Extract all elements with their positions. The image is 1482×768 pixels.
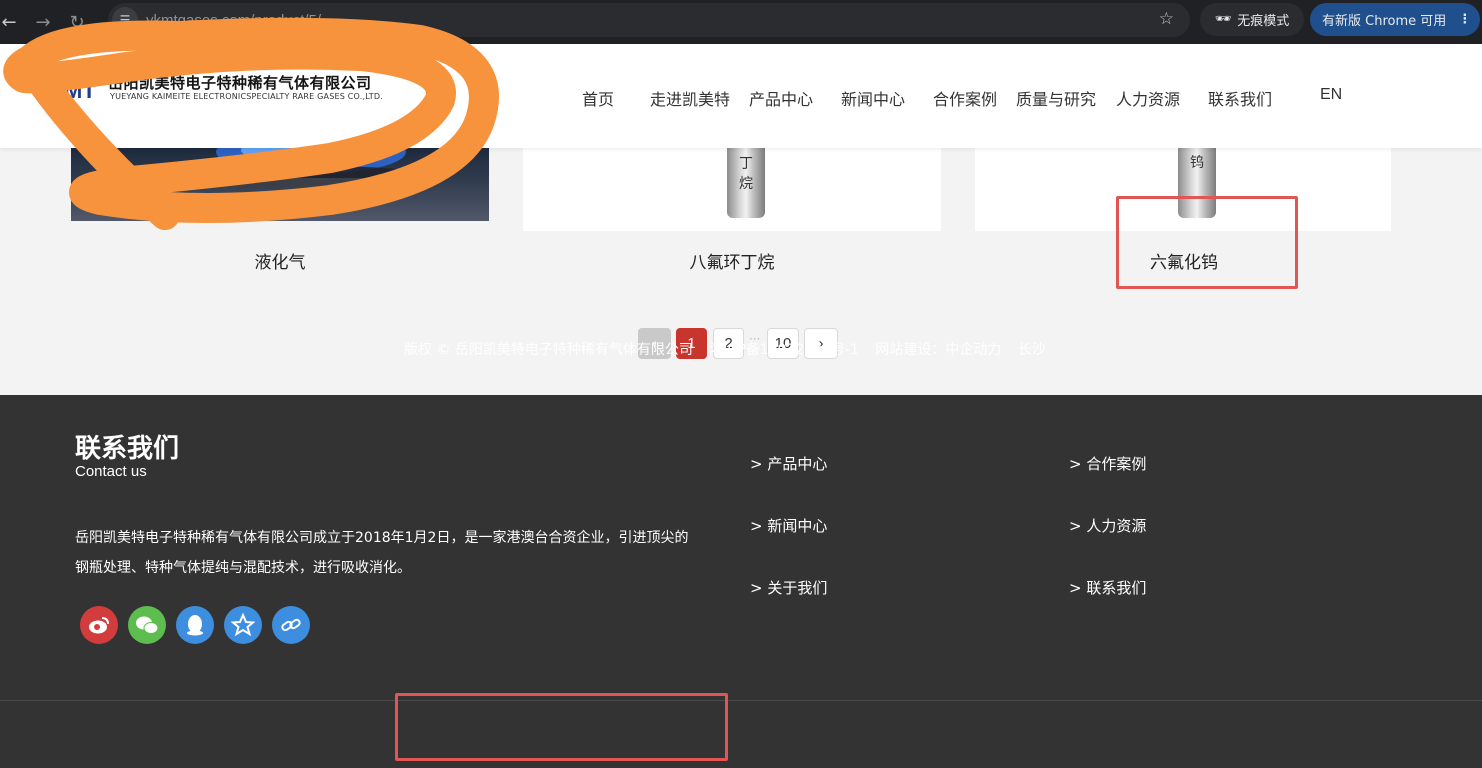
footer-divider [0, 700, 1482, 701]
update-chrome-button[interactable]: 有新版 Chrome 可用 ⋮ [1310, 3, 1480, 36]
site-info-icon[interactable]: ☰ [112, 7, 138, 33]
back-button[interactable]: ← [0, 5, 26, 39]
qzone-icon[interactable] [224, 606, 262, 644]
update-label: 有新版 Chrome 可用 [1322, 14, 1447, 29]
description-line: 钢瓶处理、特种气体提纯与混配技术，进行吸收消化。 [75, 560, 411, 576]
site-header: MT 岳阳凯美特电子特种稀有气体有限公司 YUEYANG KAIMEITE EL… [0, 44, 1482, 148]
footer-link-about[interactable]: > 关于我们 [750, 577, 827, 598]
annotation-box-copyright [395, 693, 728, 761]
nav-hr[interactable]: 人力资源 [1116, 86, 1180, 110]
link-icon[interactable] [272, 606, 310, 644]
nav-products[interactable]: 产品中心 [749, 86, 813, 110]
footer-link-cases[interactable]: > 合作案例 [1069, 453, 1146, 474]
logo-en-name: YUEYANG KAIMEITE ELECTRONICSPECIALTY RAR… [110, 92, 383, 101]
footer-link-news[interactable]: > 新闻中心 [750, 515, 827, 536]
cylinder-label: 钨 [1190, 155, 1204, 171]
gas-flame-image [191, 148, 431, 188]
site-footer: 联系我们 Contact us 岳阳凯美特电子特种稀有气体有限公司成立于2018… [0, 395, 1482, 768]
company-logo[interactable]: MT 岳阳凯美特电子特种稀有气体有限公司 YUEYANG KAIMEITE EL… [30, 70, 410, 110]
forward-button[interactable]: → [26, 5, 60, 39]
site-builder[interactable]: 网站建设：中企动力 [875, 342, 1001, 358]
company-description: 岳阳凯美特电子特种稀有气体有限公司成立于2018年1月2日，是一家港澳台合资企业… [75, 523, 725, 583]
product-name-octafluorocyclobutane[interactable]: 八氟环丁烷 [523, 248, 941, 273]
product-name-lpg[interactable]: 液化气 [71, 248, 489, 273]
nav-english[interactable]: EN [1320, 86, 1342, 104]
nav-contact[interactable]: 联系我们 [1208, 86, 1272, 110]
gas-cylinder-image: 丁 烷 [727, 148, 765, 218]
nav-about[interactable]: 走进凯美特 [650, 86, 730, 110]
url-text[interactable]: ykmtgases.com/product/5/ [146, 12, 321, 29]
address-bar[interactable]: ☰ ykmtgases.com/product/5/ ☆ [108, 3, 1190, 37]
menu-dots-icon[interactable]: ⋮ [1458, 12, 1471, 27]
builder-city: 长沙 [1017, 342, 1046, 358]
logo-mark-icon: MT [37, 74, 96, 103]
copyright-text: 版权 © 岳阳凯美特电子特种稀有气体有限公司 [404, 342, 693, 358]
footer-contact-subtitle: Contact us [75, 463, 147, 480]
copyright-bar: 版权 © 岳阳凯美特电子特种稀有气体有限公司 湘ICP备19022394号-1 … [404, 339, 1058, 359]
product-image-lpg[interactable] [71, 148, 489, 221]
bookmark-star-icon[interactable]: ☆ [1159, 9, 1174, 29]
wechat-icon[interactable] [128, 606, 166, 644]
nav-quality[interactable]: 质量与研究 [1016, 86, 1096, 110]
reload-button[interactable]: ↻ [60, 5, 94, 39]
icp-number[interactable]: 湘ICP备19022394号-1 [709, 342, 859, 358]
nav-cases[interactable]: 合作案例 [933, 86, 997, 110]
logo-mark-text: MT [64, 78, 96, 103]
annotation-box-product [1116, 196, 1298, 289]
nav-home[interactable]: 首页 [582, 86, 614, 110]
incognito-label: 无痕模式 [1237, 14, 1290, 29]
nav-news[interactable]: 新闻中心 [841, 86, 905, 110]
footer-contact-title: 联系我们 [75, 434, 180, 464]
incognito-icon: 🕶 [1214, 12, 1232, 27]
footer-link-hr[interactable]: > 人力资源 [1069, 515, 1146, 536]
weibo-icon[interactable] [80, 606, 118, 644]
browser-toolbar: ← → ↻ ☰ ykmtgases.com/product/5/ ☆ 🕶 无痕模… [0, 0, 1482, 44]
footer-link-contact[interactable]: > 联系我们 [1069, 577, 1146, 598]
incognito-indicator[interactable]: 🕶 无痕模式 [1200, 3, 1304, 36]
description-line: 岳阳凯美特电子特种稀有气体有限公司成立于2018年1月2日，是一家港澳台合资企业… [75, 530, 689, 546]
logo-cn-name: 岳阳凯美特电子特种稀有气体有限公司 [108, 74, 372, 92]
product-image-octafluorocyclobutane[interactable]: 丁 烷 [523, 148, 941, 231]
cylinder-label: 丁 烷 [739, 156, 753, 192]
footer-link-products[interactable]: > 产品中心 [750, 453, 827, 474]
qq-icon[interactable] [176, 606, 214, 644]
